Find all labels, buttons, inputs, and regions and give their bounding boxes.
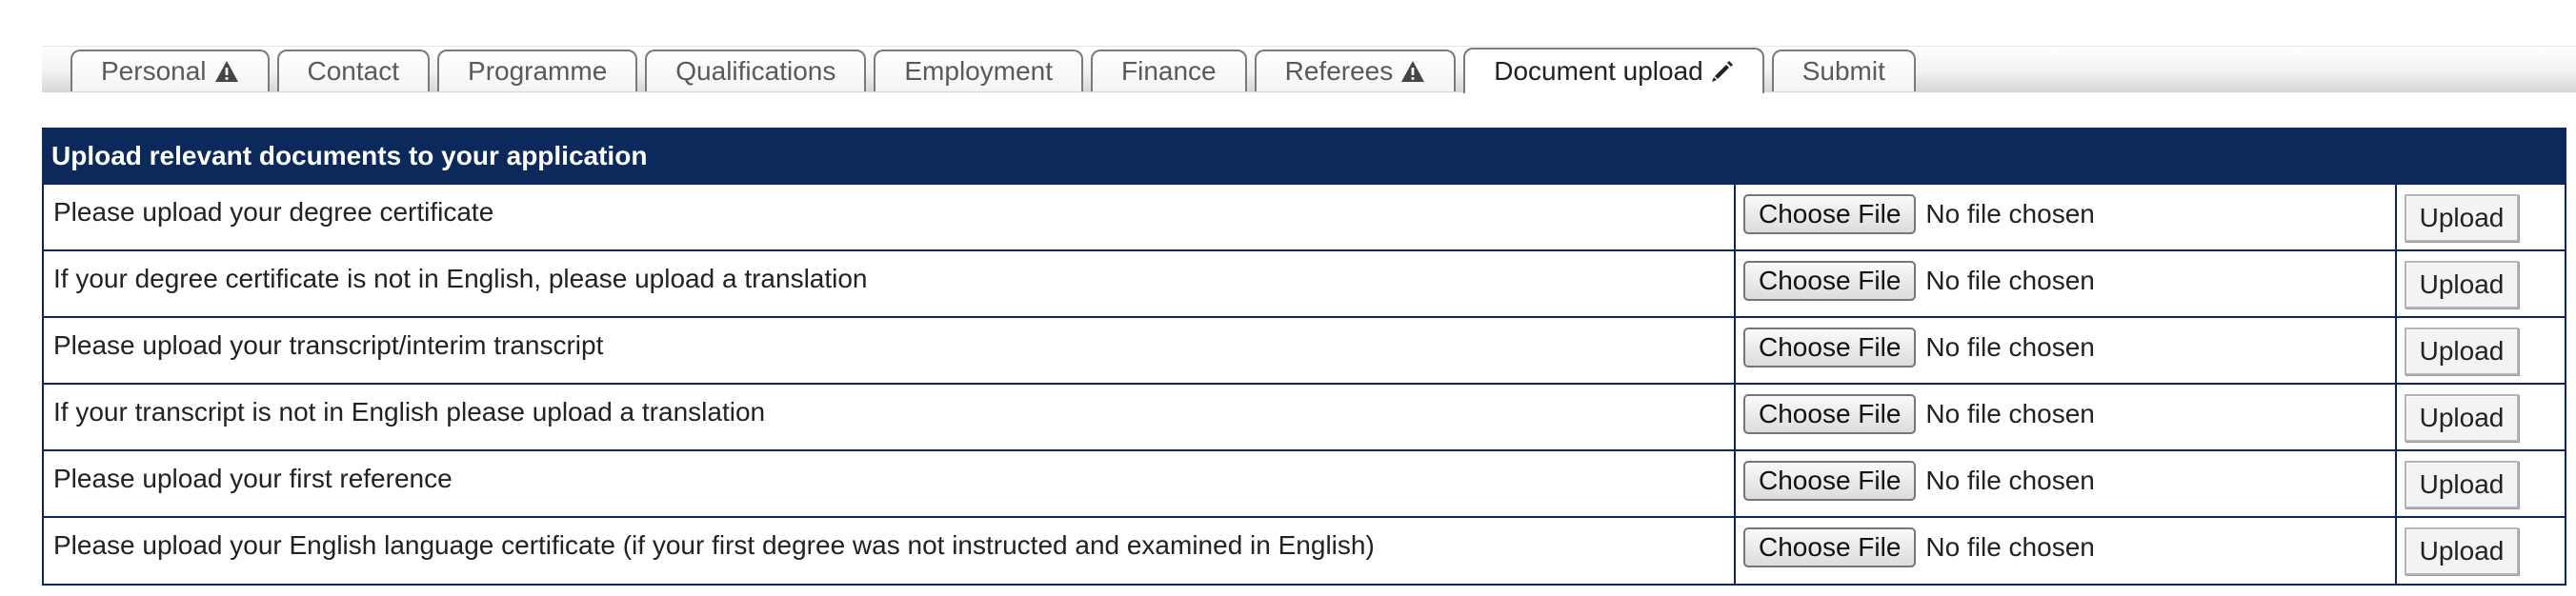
- file-input: Choose File No file chosen: [1736, 185, 2395, 234]
- tab-programme[interactable]: Programme: [437, 50, 638, 91]
- table-row: Please upload your degree certificate Ch…: [44, 183, 2565, 250]
- file-status: No file chosen: [1925, 199, 2095, 228]
- warning-icon: [214, 60, 239, 83]
- row-label: If your transcript is not in English ple…: [53, 397, 766, 427]
- panel-title: Upload relevant documents to your applic…: [44, 129, 2565, 183]
- table-row: Please upload your first reference Choos…: [44, 449, 2565, 517]
- tab-submit[interactable]: Submit: [1771, 50, 1916, 91]
- file-status: No file chosen: [1925, 466, 2095, 495]
- tab-label: Document upload: [1494, 56, 1703, 86]
- tab-referees[interactable]: Referees: [1254, 50, 1457, 91]
- upload-button[interactable]: Upload: [2405, 461, 2519, 508]
- table-row: If your degree certificate is not in Eng…: [44, 249, 2565, 317]
- file-input: Choose File No file chosen: [1736, 518, 2395, 567]
- choose-file-button[interactable]: Choose File: [1743, 261, 1917, 301]
- tab-document-upload[interactable]: Document upload: [1463, 48, 1764, 93]
- upload-button[interactable]: Upload: [2405, 394, 2519, 442]
- tab-label: Finance: [1121, 56, 1217, 86]
- file-input: Choose File No file chosen: [1736, 318, 2395, 368]
- choose-file-button[interactable]: Choose File: [1743, 394, 1917, 434]
- upload-button[interactable]: Upload: [2405, 328, 2519, 375]
- tab-label: Contact: [307, 56, 400, 86]
- pencil-icon: [1711, 60, 1734, 83]
- tab-label: Qualifications: [675, 56, 836, 86]
- choose-file-button[interactable]: Choose File: [1743, 194, 1917, 234]
- choose-file-button[interactable]: Choose File: [1743, 461, 1917, 501]
- table-row: If your transcript is not in English ple…: [44, 383, 2565, 450]
- choose-file-button[interactable]: Choose File: [1743, 527, 1917, 567]
- file-status: No file chosen: [1925, 266, 2095, 295]
- upload-button[interactable]: Upload: [2405, 527, 2519, 575]
- tab-label: Referees: [1284, 56, 1394, 86]
- tab-personal[interactable]: Personal: [70, 50, 270, 91]
- file-input: Choose File No file chosen: [1736, 451, 2395, 501]
- tab-label: Personal: [101, 56, 207, 86]
- tab-bar: Personal Contact Programme Qualification…: [70, 48, 1916, 93]
- row-label: Please upload your degree certificate: [53, 197, 494, 227]
- row-label: Please upload your first reference: [53, 464, 453, 493]
- tab-label: Employment: [904, 56, 1053, 86]
- row-label: If your degree certificate is not in Eng…: [53, 264, 868, 293]
- tab-qualifications[interactable]: Qualifications: [645, 50, 867, 91]
- upload-table: Please upload your degree certificate Ch…: [44, 183, 2565, 584]
- tab-contact[interactable]: Contact: [276, 50, 431, 91]
- file-status: No file chosen: [1925, 532, 2095, 562]
- tab-label: Programme: [468, 56, 608, 86]
- document-upload-panel: Upload relevant documents to your applic…: [42, 128, 2566, 586]
- table-row: Please upload your transcript/interim tr…: [44, 316, 2565, 384]
- file-input: Choose File No file chosen: [1736, 251, 2395, 301]
- choose-file-button[interactable]: Choose File: [1743, 328, 1917, 368]
- file-input: Choose File No file chosen: [1736, 385, 2395, 434]
- file-status: No file chosen: [1925, 399, 2095, 428]
- upload-button[interactable]: Upload: [2405, 194, 2519, 242]
- row-label: Please upload your transcript/interim tr…: [53, 330, 604, 360]
- upload-button[interactable]: Upload: [2405, 261, 2519, 308]
- warning-icon: [1400, 60, 1425, 83]
- row-label: Please upload your English language cert…: [53, 530, 1375, 560]
- tab-label: Submit: [1801, 56, 1885, 86]
- file-status: No file chosen: [1925, 332, 2095, 362]
- tab-employment[interactable]: Employment: [874, 50, 1083, 91]
- tab-finance[interactable]: Finance: [1091, 50, 1247, 91]
- table-row: Please upload your English language cert…: [44, 516, 2565, 584]
